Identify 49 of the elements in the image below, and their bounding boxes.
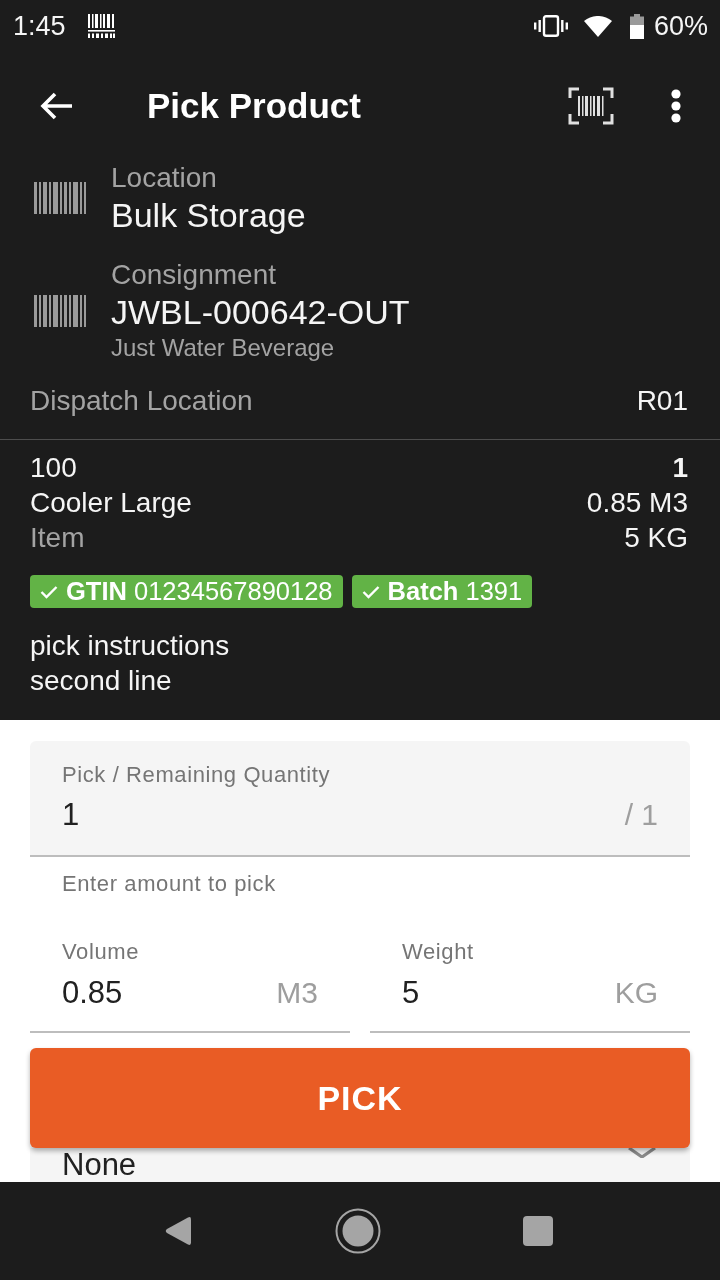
back-arrow-icon[interactable]: [38, 91, 74, 121]
field-value: 0.85: [62, 974, 123, 1012]
barcode-icon: [34, 182, 86, 214]
caret-icon: [628, 1148, 656, 1158]
pick-instructions: pick instructions second line: [30, 629, 231, 698]
battery-icon: [629, 13, 644, 39]
item-name: Cooler Large: [30, 486, 192, 520]
dropdown-field[interactable]: None: [30, 1148, 690, 1182]
badge-text: GTIN 01234567890128: [66, 576, 333, 607]
item-weight: 5 KG: [624, 521, 688, 555]
more-icon[interactable]: [670, 89, 682, 123]
home-nav-icon[interactable]: [335, 1207, 381, 1254]
field-label: Weight: [402, 938, 475, 966]
quantity-field[interactable]: Pick / Remaining Quantity 1 / 1: [30, 741, 690, 857]
field-label: Dispatch Location: [30, 384, 253, 418]
field-value: 1: [62, 796, 80, 834]
number-field[interactable]: Weight 5 KG: [370, 938, 690, 1033]
item-volume: 0.85 M3: [586, 486, 688, 520]
wifi-icon: [583, 15, 612, 37]
field-label: Consignment: [111, 258, 277, 292]
back-nav-icon[interactable]: [164, 1214, 192, 1247]
field-label: Pick / Remaining Quantity: [62, 761, 332, 789]
check-icon: [40, 584, 58, 599]
field-detail: Just Water Beverage: [111, 333, 336, 363]
unit-label: M3: [276, 975, 318, 1011]
barcode-icon: [87, 14, 115, 38]
helper-text: Enter amount to pick: [62, 870, 277, 898]
check-icon: [361, 584, 380, 599]
vibrate-icon: [533, 15, 568, 37]
field-label: Location: [111, 161, 218, 195]
recents-nav-icon[interactable]: [523, 1215, 553, 1246]
field-value: JWBL-000642-OUT: [111, 292, 410, 332]
item-code: 100: [30, 451, 77, 485]
number-field[interactable]: Volume 0.85 M3: [30, 938, 350, 1033]
barcode-scan-icon[interactable]: [568, 87, 614, 125]
field-value: 5: [402, 974, 420, 1012]
screen-title: Pick Product: [147, 86, 361, 126]
status-time: 1:45: [13, 10, 66, 42]
field-value: Bulk Storage: [111, 195, 306, 235]
item-quantity: 1: [672, 451, 688, 485]
battery-percent: 60%: [653, 10, 708, 42]
unit-label: KG: [614, 975, 658, 1011]
remaining-quantity: / 1: [624, 797, 658, 833]
field-label: Volume: [62, 938, 140, 966]
dropdown-value: None: [62, 1148, 137, 1182]
barcode-icon: [34, 295, 86, 327]
item-type: Item: [30, 521, 85, 555]
badge-text: Batch 1391: [387, 576, 523, 607]
field-value: R01: [636, 384, 688, 418]
